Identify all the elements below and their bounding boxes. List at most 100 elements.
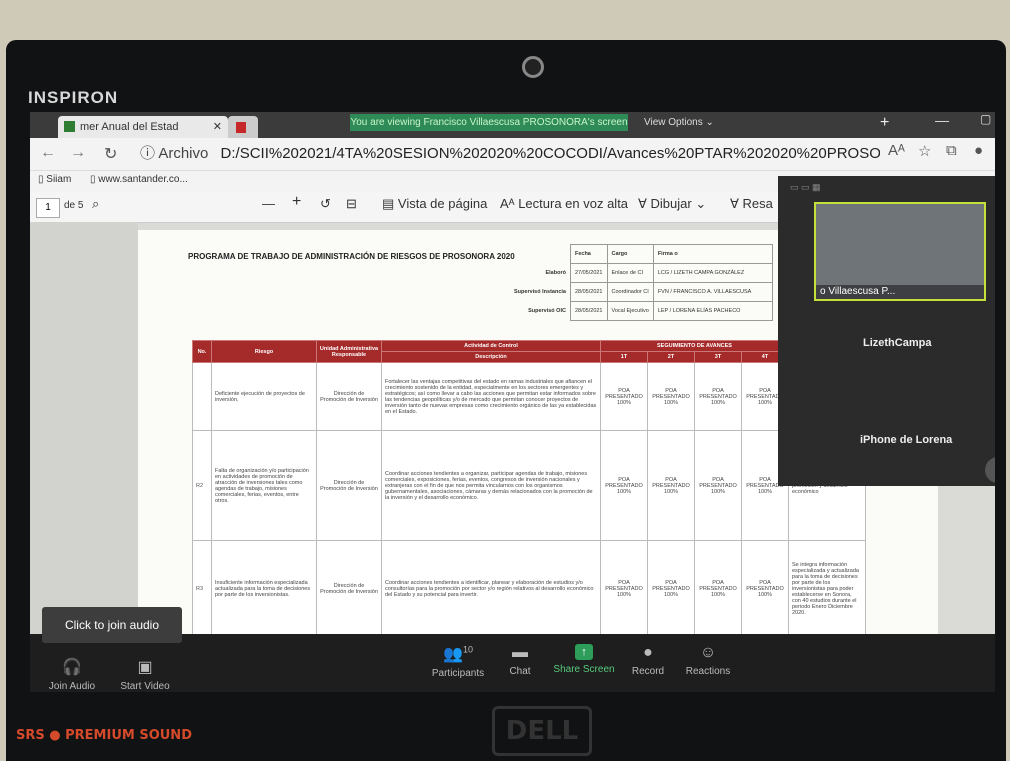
participant-name[interactable]: LizethCampa <box>863 337 931 349</box>
page-number-input[interactable]: 1 <box>36 198 60 218</box>
record-icon: ● <box>643 644 653 661</box>
back-icon[interactable]: ← <box>40 144 56 162</box>
bookmark-siiam[interactable]: ▯ Siiam <box>38 174 71 185</box>
meta-cell: Vocal Ejecutivo <box>606 301 654 321</box>
video-camera-icon: ▣ <box>137 659 153 676</box>
draw-button[interactable]: ∀ Dibujar ⌄ <box>638 196 706 212</box>
record-label: Record <box>631 666 665 677</box>
pdf-icon <box>236 122 246 133</box>
address-input[interactable]: ⓘ Archivo D:/SCII%202021/4TA%20SESION%20… <box>140 142 880 166</box>
favorite-icon[interactable]: ☆ <box>918 142 931 160</box>
start-video-label: Start Video <box>120 681 170 692</box>
progress-cell: POA PRESENTADO 100% <box>600 430 648 541</box>
reactions-icon: ☺ <box>699 644 717 661</box>
description-cell: Fortalecer las ventajas competitivas del… <box>381 362 601 431</box>
window-maximize-icon[interactable]: ▢ <box>980 112 991 126</box>
address-prefix: ⓘ Archivo <box>140 145 209 162</box>
laptop-screen: mer Anual del Estad ✕ You are viewing Fr… <box>30 112 995 692</box>
profile-icon[interactable]: ● <box>974 142 983 159</box>
headphones-icon: 🎧 <box>62 659 82 676</box>
description-cell: Coordinar acciones tendientes a organiza… <box>381 430 601 541</box>
highlight-label: Resa <box>742 196 773 211</box>
risk-cell: Insuficiente información especializada a… <box>211 540 317 637</box>
reactions-button[interactable]: ☺ Reactions <box>680 644 736 677</box>
participants-count: 10 <box>462 644 473 655</box>
col-header: Unidad Administrativa Responsable <box>316 340 382 363</box>
collections-icon[interactable]: ⧉ <box>946 142 957 159</box>
chat-icon: ▬ <box>512 644 528 661</box>
search-icon[interactable]: ⌕ <box>92 196 99 212</box>
progress-cell: POA PRESENTADO 100% <box>600 362 648 431</box>
progress-cell: POA PRESENTADO 100% <box>741 540 789 637</box>
join-audio-label: Join Audio <box>48 681 96 692</box>
col-header: SEGUIMIENTO DE AVANCES <box>600 340 789 352</box>
page-count: de 5 <box>64 200 84 211</box>
window-minimize-icon[interactable]: — <box>935 112 949 128</box>
meta-cell: Enlace de CI <box>606 263 654 283</box>
read-aloud-icon[interactable]: Aᴬ <box>888 142 905 159</box>
meta-cell: LEP / LORENA ELÍAS PACHECO <box>652 301 773 321</box>
video-tile[interactable]: o Villaescusa P... <box>814 202 986 301</box>
join-audio-tooltip[interactable]: Click to join audio <box>42 607 182 643</box>
laptop-brand: INSPIRON <box>28 88 119 107</box>
participant-name[interactable]: iPhone de Lorena <box>860 434 952 446</box>
meta-cell: LCG / LIZETH CAMPA GONZÁLEZ <box>652 263 773 283</box>
chat-button[interactable]: ▬ Chat <box>500 644 540 677</box>
reactions-label: Reactions <box>685 666 731 677</box>
join-audio-button[interactable]: 🎧 Join Audio <box>44 657 100 692</box>
zoom-out-button[interactable]: — <box>262 196 275 211</box>
tab-favicon-icon <box>64 121 75 132</box>
meta-cell: 28/05/2021 <box>569 282 608 302</box>
new-tab-button[interactable]: + <box>880 114 889 132</box>
col-header: Actividad de Control <box>381 340 601 352</box>
bookmark-label: Siiam <box>46 174 72 185</box>
chat-label: Chat <box>509 666 531 677</box>
draw-label: Dibujar <box>650 196 692 211</box>
record-button[interactable]: ● Record <box>626 644 670 677</box>
meta-label: Supervisó OIC <box>528 308 566 314</box>
gallery-view-icon[interactable]: ▭ ▭ ▦ <box>790 182 821 193</box>
dell-logo: DELL <box>492 706 592 756</box>
col-header: 3T <box>694 351 742 363</box>
row-number <box>192 362 212 431</box>
col-header: 1T <box>600 351 648 363</box>
progress-cell: POA PRESENTADO 100% <box>647 362 695 431</box>
start-video-button[interactable]: ▣ Start Video <box>110 657 180 692</box>
highlight-button[interactable]: ∀ Resa <box>730 196 773 212</box>
browser-tab[interactable]: mer Anual del Estad ✕ <box>58 116 228 138</box>
risk-table: No. Riesgo Unidad Administrativa Respons… <box>192 340 866 637</box>
progress-cell: POA PRESENTADO 100% <box>647 540 695 637</box>
view-options-button[interactable]: View Options ⌄ <box>644 114 744 131</box>
share-screen-button[interactable]: ↑ Share Screen <box>552 644 616 675</box>
zoom-in-button[interactable]: + <box>292 193 301 211</box>
progress-cell: POA PRESENTADO 100% <box>694 540 742 637</box>
progress-cell: POA PRESENTADO 100% <box>647 430 695 541</box>
bookmark-santander[interactable]: ▯ www.santander.co... <box>90 174 188 185</box>
meta-header: Cargo <box>606 244 654 264</box>
fit-page-icon[interactable]: ⊟ <box>346 196 357 212</box>
forward-icon[interactable]: → <box>70 144 86 162</box>
participants-button[interactable]: 👥10 Participants <box>426 644 490 679</box>
rotate-icon[interactable]: ↺ <box>320 196 331 212</box>
table-row: R3 Insuficiente información especializad… <box>192 540 866 637</box>
description-cell: Coordinar acciones tendientes a identifi… <box>381 540 601 637</box>
meta-cell: 28/05/2021 <box>569 301 608 321</box>
unit-cell: Dirección de Promoción de Inversión <box>316 540 382 637</box>
tab-title: mer Anual del Estad <box>80 121 179 133</box>
progress-cell: POA PRESENTADO 100% <box>694 430 742 541</box>
table-row: Deficiente ejecución de proyectos de inv… <box>192 362 866 431</box>
address-url: D:/SCII%202021/4TA%20SESION%202020%20COC… <box>220 145 880 162</box>
zoom-viewing-banner: You are viewing Francisco Villaescusa PR… <box>350 114 628 131</box>
tab-close-icon[interactable]: ✕ <box>213 116 222 138</box>
table-row: R2 Falta de organización y/o participaci… <box>192 430 866 541</box>
read-aloud-button[interactable]: Aᴬ Lectura en voz alta <box>500 196 628 211</box>
col-header: Descripción <box>381 351 601 363</box>
col-header: Riesgo <box>211 340 317 363</box>
read-aloud-label: Lectura en voz alta <box>518 196 629 211</box>
browser-tab-pdf[interactable] <box>228 116 258 138</box>
meta-cell: Coordinador CI <box>606 282 654 302</box>
page-view-button[interactable]: ▤ Vista de página <box>382 196 487 212</box>
webcam <box>522 56 544 78</box>
reload-icon[interactable]: ↻ <box>104 144 117 164</box>
participants-icon: 👥10 <box>443 644 473 663</box>
